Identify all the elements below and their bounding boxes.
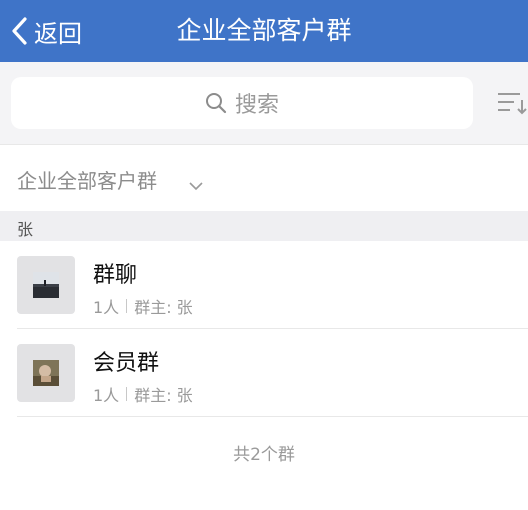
group-name: 群聊 [93,263,138,288]
search-input[interactable]: 搜索 [11,77,473,129]
group-photo-icon [33,272,59,298]
avatar [17,256,75,314]
member-count: 1人 [93,298,120,317]
meta-divider [126,387,128,401]
filter-selected-label: 企业全部客户群 [17,169,157,193]
page-title: 企业全部客户群 [176,16,352,45]
group-meta: 1人 群主: 张 [93,382,193,406]
group-list-item[interactable]: 会员群 1人 群主: 张 [0,329,528,417]
avatar [17,344,75,402]
group-list-item[interactable]: 群聊 1人 群主: 张 [0,241,528,329]
search-placeholder: 搜索 [234,93,279,118]
section-header: 张 [0,211,528,241]
group-filter-dropdown[interactable]: 企业全部客户群 [0,144,528,212]
group-owner: 群主: 张 [134,386,193,405]
divider [17,416,528,417]
chevron-down-icon [189,176,203,195]
nav-bar: 返回 企业全部客户群 [0,0,528,62]
group-owner: 群主: 张 [134,298,193,317]
group-count-footer: 共2个群 [233,445,295,465]
search-icon [205,92,227,114]
group-name: 会员群 [93,351,160,376]
group-photo-icon [33,360,59,386]
section-letter: 张 [17,220,34,239]
sort-icon[interactable] [494,88,528,118]
group-meta: 1人 群主: 张 [93,294,193,318]
meta-divider [126,299,128,313]
search-area: 搜索 [0,62,528,144]
member-count: 1人 [93,386,120,405]
